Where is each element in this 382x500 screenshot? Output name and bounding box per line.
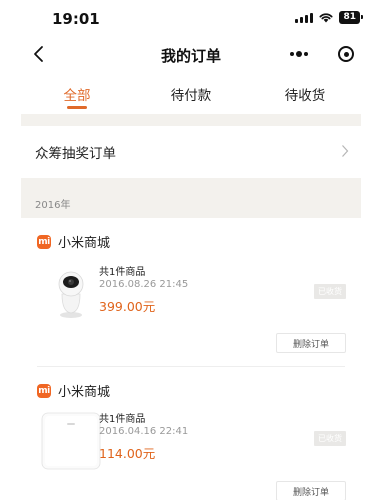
order-price: 114.00元 [99, 446, 156, 461]
item-count: 共1件商品 [99, 414, 146, 425]
nav-bar: 我的订单 [0, 36, 382, 74]
order-price: 399.00元 [99, 299, 156, 314]
status-bar: 19:01 81 [0, 0, 382, 36]
item-count: 共1件商品 [99, 267, 146, 278]
year-label: 2016年 [35, 200, 71, 211]
battery-icon: 81 [339, 11, 363, 24]
order-card[interactable]: mi 小米商城 共1件商品 2016.04.16 22:41 114.00元 已… [21, 367, 361, 500]
tab-pending-receipt[interactable]: 待收货 [248, 82, 362, 112]
mini-program-capsule [290, 42, 354, 66]
shop-name: 小米商城 [58, 385, 111, 400]
year-header: 2016年 [21, 182, 361, 218]
more-icon[interactable] [290, 51, 308, 57]
status-badge: 已收货 [314, 284, 346, 299]
order-time: 2016.08.26 21:45 [99, 279, 189, 290]
crowdfunding-orders-row[interactable]: 众筹抽奖订单 [21, 126, 361, 178]
delete-order-button[interactable]: 删除订单 [276, 481, 346, 500]
shop-header: mi 小米商城 [37, 232, 110, 251]
shop-header: mi 小米商城 [37, 381, 110, 400]
shop-name: 小米商城 [58, 236, 111, 251]
orders-screen: 19:01 81 我的订单 全部 待付款 待收货 众筹抽奖订单 2016年 mi… [0, 0, 382, 500]
order-card[interactable]: mi 小米商城 共1件商品 2016.08.26 21:45 399.00元 已… [21, 218, 361, 366]
close-miniprogram-icon[interactable] [338, 46, 354, 62]
tab-pending-payment[interactable]: 待付款 [134, 82, 248, 112]
mi-logo-icon: mi [37, 234, 51, 249]
status-time: 19:01 [52, 10, 100, 28]
delete-order-button[interactable]: 删除订单 [276, 333, 346, 353]
smart-scale-icon [41, 412, 101, 470]
chevron-right-icon [342, 145, 349, 157]
status-icons: 81 [295, 11, 363, 24]
crowdfunding-label: 众筹抽奖订单 [35, 146, 116, 162]
order-tabs: 全部 待付款 待收货 [20, 82, 362, 112]
mi-logo-icon: mi [37, 383, 51, 398]
tab-all[interactable]: 全部 [20, 82, 134, 112]
signal-icon [295, 12, 314, 23]
wifi-icon [319, 13, 334, 23]
security-camera-icon [58, 271, 84, 318]
status-badge: 已收货 [314, 431, 346, 446]
order-time: 2016.04.16 22:41 [99, 426, 189, 437]
section-divider [21, 114, 361, 126]
